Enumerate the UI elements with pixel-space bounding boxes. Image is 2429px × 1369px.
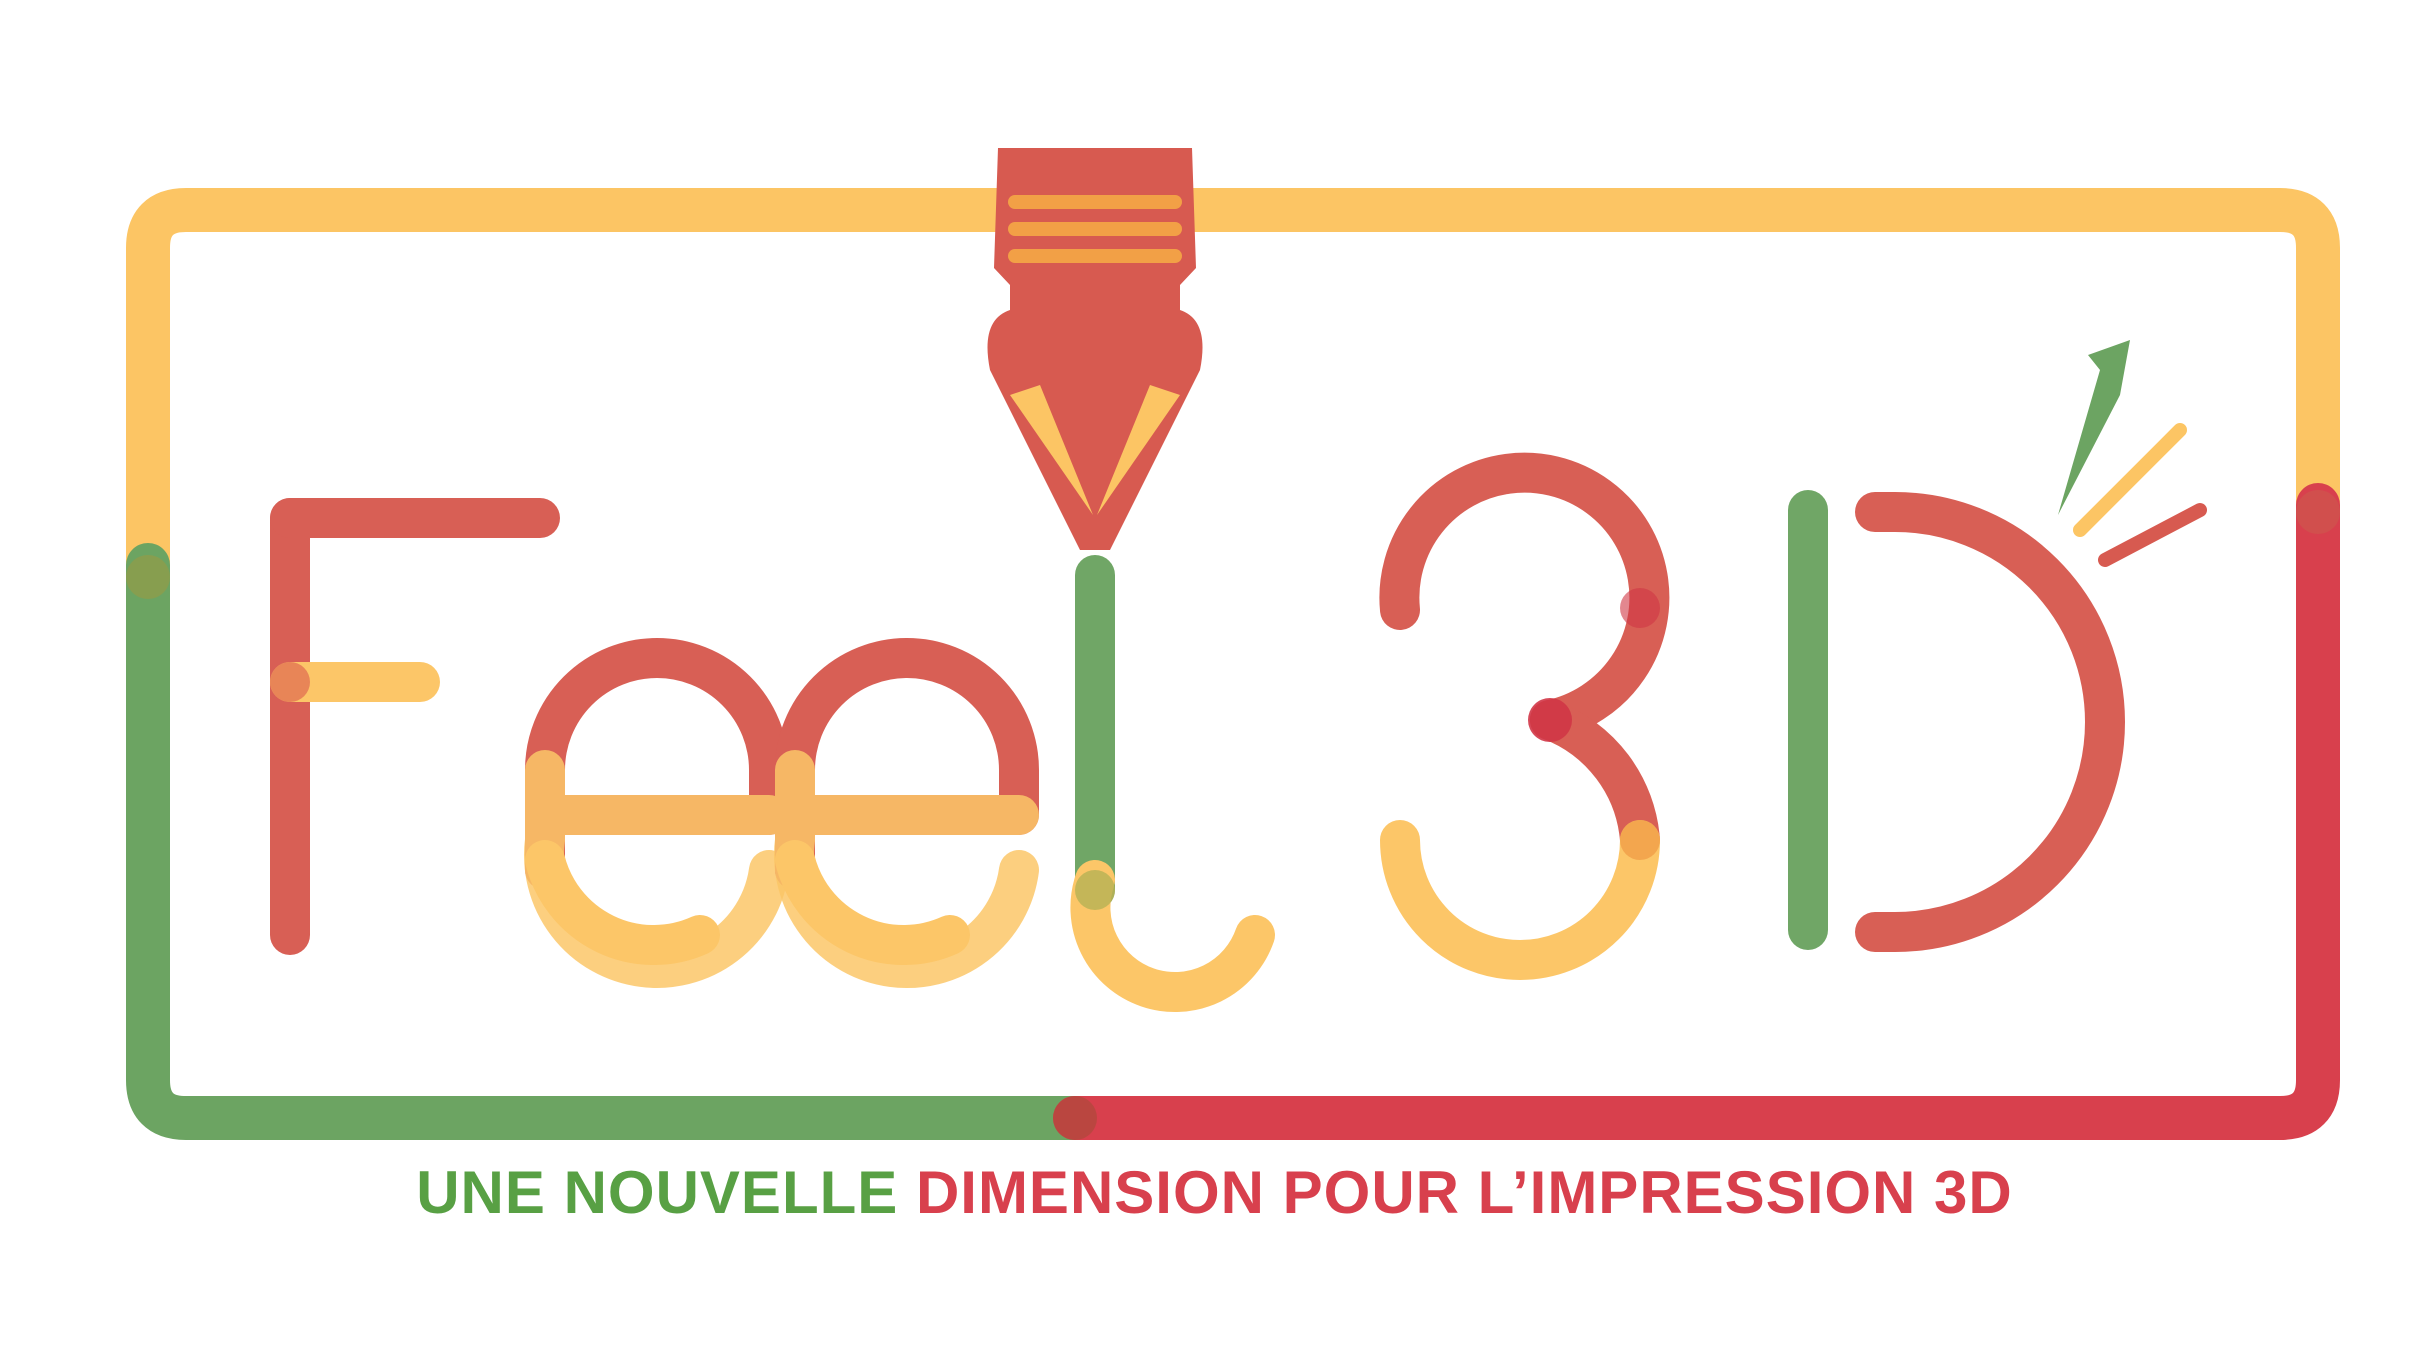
logo-frame bbox=[126, 188, 2340, 1140]
letter-e-1 bbox=[524, 638, 789, 988]
wordmark-feel3d bbox=[270, 452, 2125, 1013]
tagline-green-part: UNE NOUVELLE bbox=[416, 1159, 899, 1226]
letter-e-2 bbox=[774, 638, 1039, 988]
spark-lines-icon bbox=[2058, 340, 2207, 567]
digit-3 bbox=[1379, 452, 1670, 980]
tagline-red-part: DIMENSION POUR L’IMPRESSION 3D bbox=[915, 1159, 2013, 1226]
letter-l bbox=[1070, 555, 1275, 1013]
tagline: UNE NOUVELLE DIMENSION POUR L’IMPRESSION… bbox=[0, 1158, 2429, 1227]
letter-f bbox=[270, 498, 560, 955]
letter-d bbox=[1788, 490, 2125, 952]
printer-nozzle-icon bbox=[987, 148, 1203, 550]
